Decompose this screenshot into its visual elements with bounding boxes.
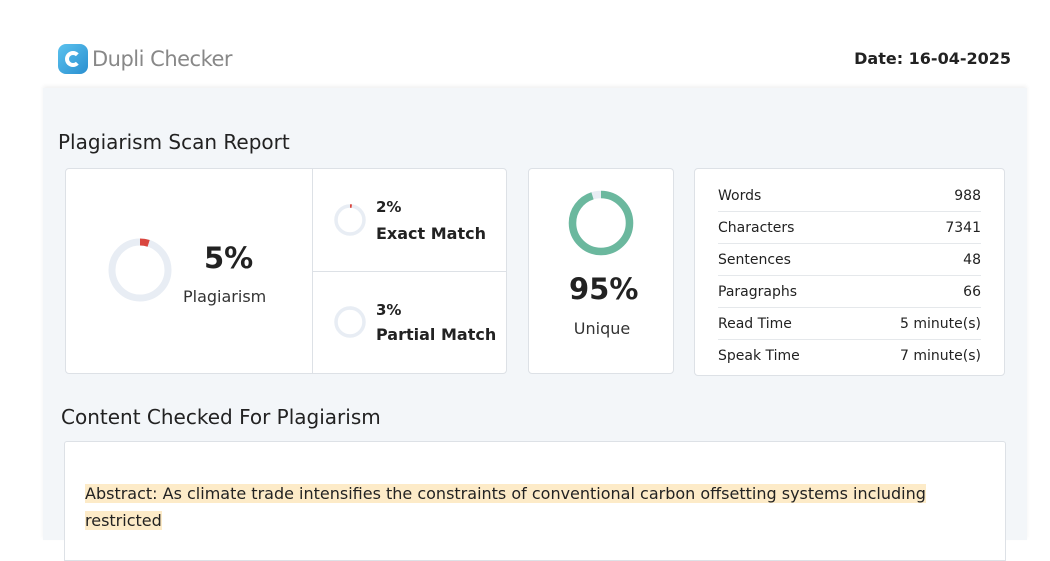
exact-match-percent: 2% [376,198,402,216]
stats-label: Paragraphs [718,283,798,300]
partial-match-label: Partial Match [376,325,497,344]
card-divider [313,271,507,272]
plagiarism-donut-chart [108,238,172,302]
report-date: Date: 16-04-2025 [854,49,1011,68]
stats-row-words: Words 988 [718,180,981,212]
stats-label: Read Time [718,315,792,332]
stats-card: Words 988 Characters 7341 Sentences 48 P… [694,168,1005,376]
report-panel: Plagiarism Scan Report 5% Plagiarism 2% … [43,88,1027,561]
stats-row-paragraphs: Paragraphs 66 [718,276,981,308]
stats-row-characters: Characters 7341 [718,212,981,244]
content-section-title: Content Checked For Plagiarism [61,405,381,429]
stats-row-sentences: Sentences 48 [718,244,981,276]
unique-donut-chart [568,190,634,256]
exact-match-label: Exact Match [376,224,486,243]
stats-label: Speak Time [718,347,800,364]
exact-match-donut-chart [334,204,366,236]
stats-value: 66 [963,283,981,300]
stats-label: Sentences [718,251,791,268]
stats-value: 7 minute(s) [900,347,981,364]
report-title: Plagiarism Scan Report [58,130,290,154]
stats-value: 988 [954,187,981,204]
partial-match-donut-chart [334,306,366,338]
plagiarism-label: Plagiarism [183,287,267,306]
dupli-checker-logo[interactable]: Dupli Checker [58,44,233,74]
checked-content-text[interactable]: Abstract: As climate trade intensifies t… [85,480,965,534]
stats-label: Words [718,187,762,204]
plagiarism-percent: 5% [204,241,254,275]
stats-row-speak-time: Speak Time 7 minute(s) [718,340,981,371]
logo-icon [58,44,88,74]
stats-value: 48 [963,251,981,268]
matched-text-highlight[interactable]: restricted [85,511,162,530]
logo-text: Dupli Checker [92,47,233,71]
unique-percent: 95% [569,272,639,306]
stats-row-read-time: Read Time 5 minute(s) [718,308,981,340]
stats-value: 7341 [945,219,981,236]
unique-card: 95% Unique [528,168,674,374]
top-header: Dupli Checker Date: 16-04-2025 [0,0,1050,88]
stats-value: 5 minute(s) [900,315,981,332]
content-card: Abstract: As climate trade intensifies t… [64,441,1006,561]
plagiarism-card: 5% Plagiarism 2% Exact Match 3% Partial … [65,168,507,374]
matched-text-highlight[interactable]: Abstract: As climate trade intensifies t… [85,484,926,503]
unique-label: Unique [573,319,631,338]
partial-match-percent: 3% [376,301,402,319]
stats-label: Characters [718,219,795,236]
